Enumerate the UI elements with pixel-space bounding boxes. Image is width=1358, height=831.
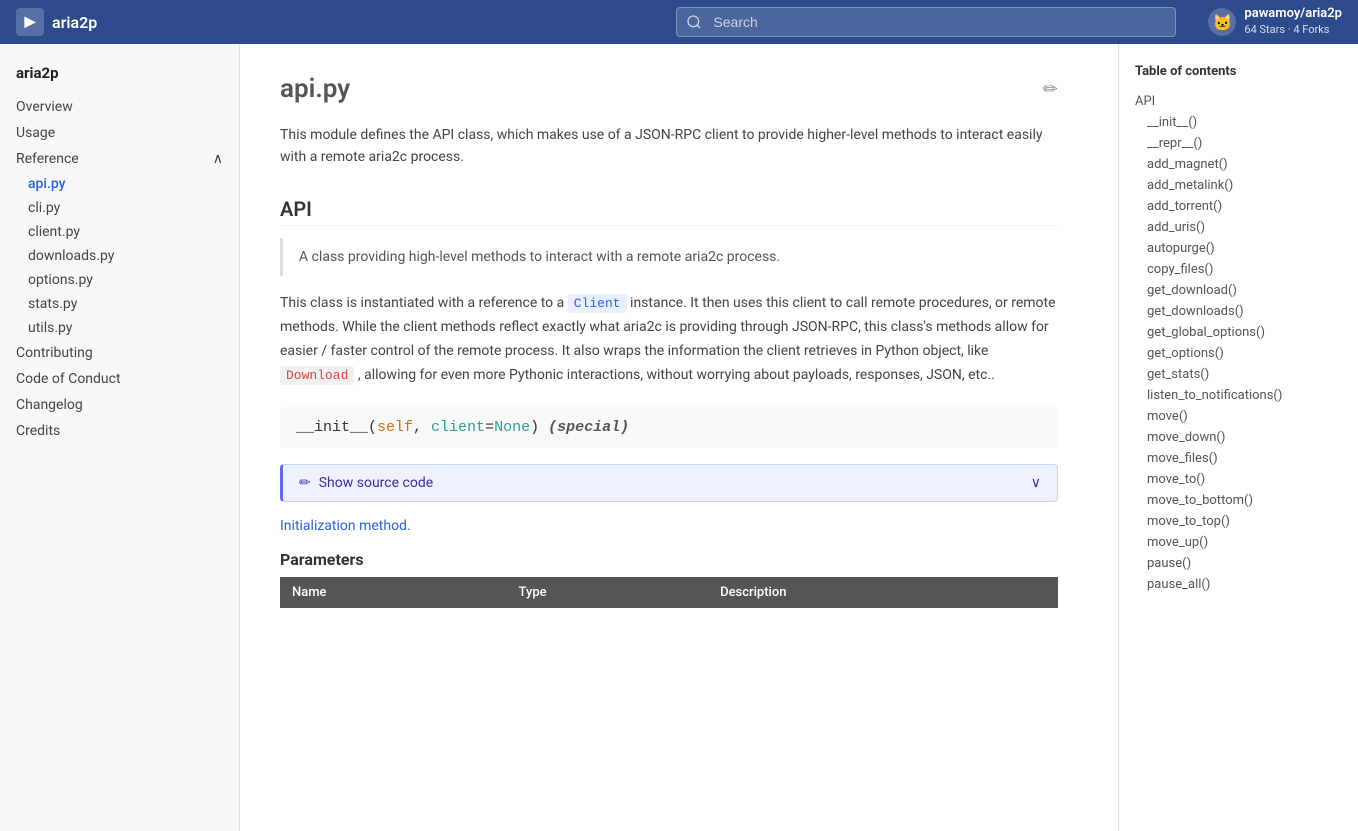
toc-item-get_options[interactable]: get_options() [1135, 343, 1342, 364]
toc-item-move_files[interactable]: move_files() [1135, 448, 1342, 469]
sidebar-item-client-py[interactable]: client.py [0, 220, 239, 244]
sidebar-item-credits[interactable]: Credits [0, 418, 239, 444]
sidebar-item-options-py[interactable]: options.py [0, 268, 239, 292]
toc-item-move[interactable]: move() [1135, 406, 1342, 427]
toc: Table of contents API__init__()__repr__(… [1118, 44, 1358, 831]
show-source-left: ✏ Show source code [299, 475, 433, 491]
params-table: Name Type Description [280, 577, 1058, 608]
toc-item-get_global_options[interactable]: get_global_options() [1135, 322, 1342, 343]
edit-icon[interactable]: ✏ [1043, 79, 1058, 100]
sidebar-item-stats-py[interactable]: stats.py [0, 292, 239, 316]
api-body-text: This class is instantiated with a refere… [280, 292, 1058, 387]
sidebar-item-reference[interactable]: Reference ∧ [0, 146, 239, 172]
api-section-heading: API [280, 197, 1058, 226]
page-title: api.py [280, 74, 350, 104]
search-wrap [676, 7, 1176, 37]
sidebar-item-usage[interactable]: Usage [0, 120, 239, 146]
github-details: pawamoy/aria2p 64 Stars · 4 Forks [1244, 6, 1342, 37]
github-icon: 🐱 [1208, 8, 1236, 36]
header-title: aria2p [52, 13, 97, 32]
toc-item-move_down[interactable]: move_down() [1135, 427, 1342, 448]
main-content: api.py ✏ This module defines the API cla… [240, 44, 1098, 831]
init-text: Initialization method. [280, 518, 1058, 534]
header: ▶ aria2p 🐱 pawamoy/aria2p 64 Stars · 4 F… [0, 0, 1358, 44]
chevron-icon: ∧ [213, 151, 223, 167]
method-self: self [377, 419, 413, 436]
page-title-wrap: api.py ✏ [280, 74, 1058, 104]
toc-item-copy_files[interactable]: copy_files() [1135, 259, 1342, 280]
intro-text: This module defines the API class, which… [280, 124, 1058, 169]
toc-item-add_uris[interactable]: add_uris() [1135, 217, 1342, 238]
sidebar-item-code-of-conduct[interactable]: Code of Conduct [0, 366, 239, 392]
toc-item-move_up[interactable]: move_up() [1135, 532, 1342, 553]
header-logo[interactable]: ▶ aria2p [16, 8, 97, 36]
toc-item-add_torrent[interactable]: add_torrent() [1135, 196, 1342, 217]
toc-item-pause_all[interactable]: pause_all() [1135, 574, 1342, 595]
sidebar-item-api-py[interactable]: api.py [0, 172, 239, 196]
toc-item-init[interactable]: __init__() [1135, 112, 1342, 133]
params-col-type: Type [507, 577, 709, 608]
toc-item-pause[interactable]: pause() [1135, 553, 1342, 574]
toc-item-listen_to_notifications[interactable]: listen_to_notifications() [1135, 385, 1342, 406]
logo-icon: ▶ [16, 8, 44, 36]
toc-item-autopurge[interactable]: autopurge() [1135, 238, 1342, 259]
toc-item-repr[interactable]: __repr__() [1135, 133, 1342, 154]
toc-item-get_stats[interactable]: get_stats() [1135, 364, 1342, 385]
client-code: Client [568, 294, 627, 313]
params-col-description: Description [708, 577, 1058, 608]
sidebar-item-cli-py[interactable]: cli.py [0, 196, 239, 220]
search-icon-wrap [676, 7, 1176, 37]
method-special: (special) [548, 419, 629, 436]
toc-item-api[interactable]: API [1135, 91, 1342, 112]
toc-items: API__init__()__repr__()add_magnet()add_m… [1135, 91, 1342, 595]
toc-item-add_magnet[interactable]: add_magnet() [1135, 154, 1342, 175]
toc-item-get_download[interactable]: get_download() [1135, 280, 1342, 301]
sidebar-item-downloads-py[interactable]: downloads.py [0, 244, 239, 268]
search-input[interactable] [676, 7, 1176, 37]
method-name-init: __init__( [296, 419, 377, 436]
params-heading: Parameters [280, 550, 1058, 569]
toc-item-move_to[interactable]: move_to() [1135, 469, 1342, 490]
sidebar: aria2p Overview Usage Reference ∧ api.py… [0, 44, 240, 831]
sidebar-brand: aria2p [0, 64, 239, 94]
params-col-name: Name [280, 577, 507, 608]
toc-title: Table of contents [1135, 64, 1342, 79]
sidebar-item-utils-py[interactable]: utils.py [0, 316, 239, 340]
method-signature: __init__(self, client=None) (special) [280, 407, 1058, 448]
toc-item-get_downloads[interactable]: get_downloads() [1135, 301, 1342, 322]
toc-item-add_metalink[interactable]: add_metalink() [1135, 175, 1342, 196]
pencil-icon: ✏ [299, 475, 311, 491]
method-default: None [494, 419, 530, 436]
toc-item-move_to_bottom[interactable]: move_to_bottom() [1135, 490, 1342, 511]
sidebar-item-changelog[interactable]: Changelog [0, 392, 239, 418]
layout: aria2p Overview Usage Reference ∧ api.py… [0, 44, 1358, 831]
download-code: Download [280, 366, 354, 385]
show-source-button[interactable]: ✏ Show source code ∨ [280, 464, 1058, 502]
sidebar-item-overview[interactable]: Overview [0, 94, 239, 120]
github-repo: pawamoy/aria2p [1244, 6, 1342, 23]
github-stats: 64 Stars · 4 Forks [1244, 23, 1342, 37]
sidebar-item-contributing[interactable]: Contributing [0, 340, 239, 366]
chevron-down-icon: ∨ [1031, 475, 1041, 491]
github-info[interactable]: 🐱 pawamoy/aria2p 64 Stars · 4 Forks [1208, 6, 1342, 37]
toc-item-move_to_top[interactable]: move_to_top() [1135, 511, 1342, 532]
api-description: A class providing high-level methods to … [280, 238, 1058, 276]
method-param-client: client [431, 419, 485, 436]
